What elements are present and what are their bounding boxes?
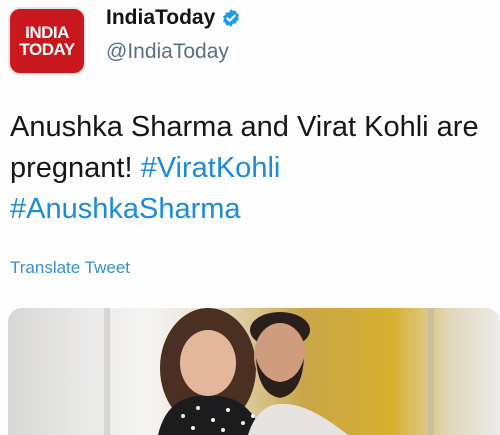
logo-line-2: TODAY [19,40,75,59]
account-info: IndiaToday @IndiaToday [106,6,241,64]
display-name-link[interactable]: IndiaToday [106,6,241,30]
logo-line-1: INDIA [25,23,69,42]
profile-avatar[interactable]: INDIA TODAY [8,7,86,75]
verified-badge-icon [221,8,241,28]
display-name: IndiaToday [106,6,216,29]
tweet-media-image[interactable] [8,308,500,435]
photo-illustration [104,308,434,435]
hashtag-virat-kohli[interactable]: #ViratKohli [141,152,281,184]
account-handle[interactable]: @IndiaToday [106,40,241,64]
tweet-body: Anushka Sharma and Virat Kohli are pregn… [10,107,495,230]
hashtag-anushka-sharma[interactable]: #AnushkaSharma [10,193,241,225]
translate-tweet-link[interactable]: Translate Tweet [10,258,130,278]
